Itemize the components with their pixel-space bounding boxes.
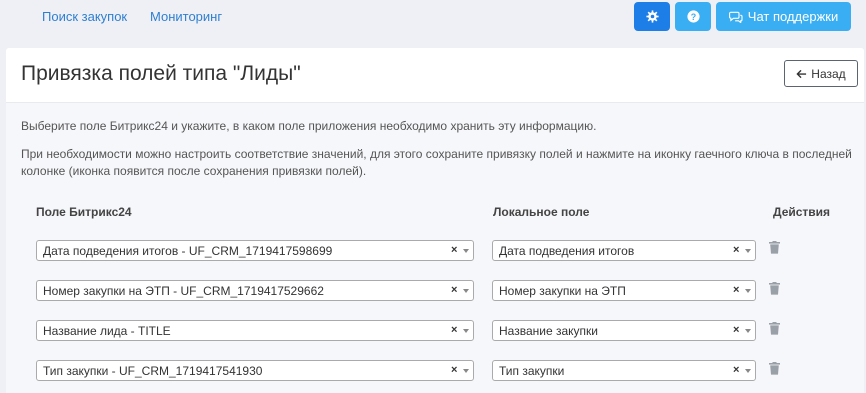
field-binding-panel: Привязка полей типа "Лиды" Назад Выберит…	[6, 48, 864, 393]
clear-icon[interactable]: ×	[733, 244, 739, 256]
local-field-value: Дата подведения итогов	[499, 244, 635, 258]
gear-icon	[645, 10, 659, 23]
local-field-value: Номер закупки на ЭТП	[499, 284, 626, 298]
clear-icon[interactable]: ×	[451, 364, 457, 376]
local-field-select[interactable]: Название закупки ×	[492, 320, 756, 341]
trash-icon[interactable]	[769, 282, 780, 295]
support-chat-label: Чат поддержки	[747, 9, 839, 24]
local-field-select[interactable]: Номер закупки на ЭТП ×	[492, 280, 756, 301]
column-header-local: Локальное поле	[493, 205, 590, 219]
bitrix-field-value: Тип закупки - UF_CRM_1719417541930	[43, 364, 263, 378]
svg-text:?: ?	[690, 12, 695, 22]
bitrix-field-value: Номер закупки на ЭТП - UF_CRM_1719417529…	[43, 284, 324, 298]
help-button[interactable]: ?	[675, 2, 711, 31]
support-chat-button[interactable]: Чат поддержки	[716, 2, 851, 31]
back-button[interactable]: Назад	[784, 60, 858, 87]
bitrix-field-select[interactable]: Тип закупки - UF_CRM_1719417541930 ×	[36, 360, 474, 381]
clear-icon[interactable]: ×	[451, 284, 457, 296]
local-field-value: Тип закупки	[499, 364, 565, 378]
clear-icon[interactable]: ×	[733, 364, 739, 376]
chevron-down-icon[interactable]	[745, 369, 751, 373]
trash-icon[interactable]	[769, 362, 780, 375]
description-text: Выберите поле Битрикс24 и укажите, в как…	[21, 119, 597, 133]
bitrix-field-select[interactable]: Название лида - TITLE ×	[36, 320, 474, 341]
local-field-select[interactable]: Тип закупки ×	[492, 360, 756, 381]
clear-icon[interactable]: ×	[451, 324, 457, 336]
arrow-left-icon	[796, 69, 807, 78]
column-header-bitrix: Поле Битрикс24	[36, 205, 132, 219]
chevron-down-icon[interactable]	[745, 329, 751, 333]
settings-button[interactable]	[634, 2, 670, 31]
chevron-down-icon[interactable]	[745, 249, 751, 253]
local-field-select[interactable]: Дата подведения итогов ×	[492, 240, 756, 261]
clear-icon[interactable]: ×	[733, 284, 739, 296]
chevron-down-icon[interactable]	[463, 249, 469, 253]
trash-icon[interactable]	[769, 322, 780, 335]
chevron-down-icon[interactable]	[463, 329, 469, 333]
bitrix-field-select[interactable]: Дата подведения итогов - UF_CRM_17194175…	[36, 240, 474, 261]
panel-header: Привязка полей типа "Лиды" Назад	[6, 48, 864, 103]
question-icon: ?	[686, 10, 700, 23]
chat-bubble-icon	[728, 11, 743, 23]
top-navigation: Поиск закупок Мониторинг ? Чат поддержки	[0, 0, 866, 40]
bitrix-field-value: Дата подведения итогов - UF_CRM_17194175…	[43, 244, 333, 258]
chevron-down-icon[interactable]	[463, 289, 469, 293]
trash-icon[interactable]	[769, 241, 780, 254]
hint-text: При необходимости можно настроить соотве…	[21, 147, 852, 178]
page-title: Привязка полей типа "Лиды"	[21, 62, 301, 85]
chevron-down-icon[interactable]	[745, 289, 751, 293]
clear-icon[interactable]: ×	[451, 244, 457, 256]
clear-icon[interactable]: ×	[733, 324, 739, 336]
chevron-down-icon[interactable]	[463, 369, 469, 373]
nav-search-link[interactable]: Поиск закупок	[42, 9, 127, 24]
bitrix-field-value: Название лида - TITLE	[43, 324, 171, 338]
nav-monitoring-link[interactable]: Мониторинг	[150, 9, 222, 24]
local-field-value: Название закупки	[499, 324, 598, 338]
back-button-label: Назад	[811, 66, 846, 81]
bitrix-field-select[interactable]: Номер закупки на ЭТП - UF_CRM_1719417529…	[36, 280, 474, 301]
column-header-actions: Действия	[773, 205, 831, 219]
